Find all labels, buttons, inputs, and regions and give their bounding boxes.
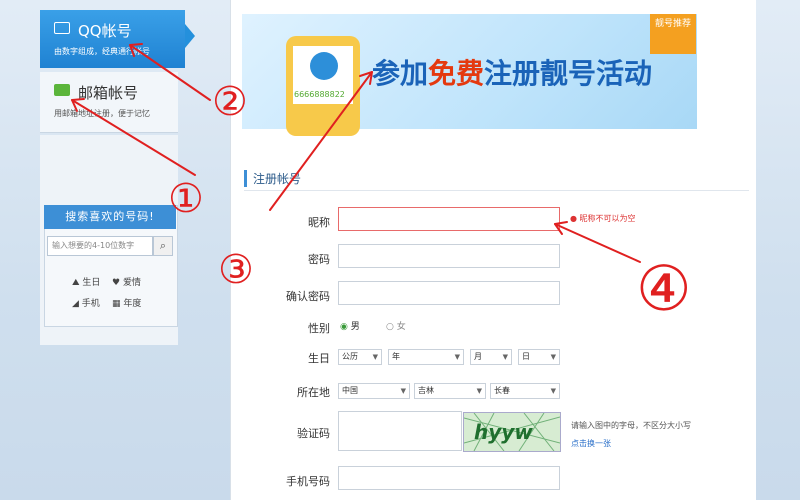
option-birthday[interactable]: ⛰ 生日 xyxy=(72,275,100,288)
confirm-password-input[interactable] xyxy=(338,281,560,305)
search-button[interactable]: ⌕ xyxy=(153,236,173,256)
confirm-password-label: 确认密码 xyxy=(286,290,330,303)
birthday-label: 生日 xyxy=(308,352,330,365)
banner-corner-badge: 靓号推荐 xyxy=(650,14,696,54)
captcha-refresh-link[interactable]: 点击换一张 xyxy=(571,438,611,449)
tab-qq-title: QQ帐号 xyxy=(78,22,132,40)
tab-mail-title: 邮箱帐号 xyxy=(78,84,139,102)
search-icon: ⌕ xyxy=(159,239,167,252)
captcha-input[interactable] xyxy=(338,411,462,451)
captcha-label: 验证码 xyxy=(297,427,330,440)
section-divider xyxy=(244,190,749,191)
section-title: 注册帐号 xyxy=(244,170,301,187)
password-input[interactable] xyxy=(338,244,560,268)
phone-input[interactable] xyxy=(338,466,560,490)
option-love[interactable]: ♥ 爱情 xyxy=(112,275,141,288)
year-select[interactable]: 年 ▼ xyxy=(388,349,464,365)
number-search-heading: 搜索喜欢的号码! xyxy=(44,205,176,229)
captcha-hint: 请输入图中的字母，不区分大小写 xyxy=(571,421,691,430)
nickname-label: 昵称 xyxy=(308,216,330,229)
day-select[interactable]: 日 ▼ xyxy=(518,349,560,365)
phone-label: 手机号码 xyxy=(286,475,330,488)
option-year[interactable]: ▦ 年度 xyxy=(112,296,141,309)
error-icon: ● xyxy=(570,214,577,223)
option-phone[interactable]: ◢ 手机 xyxy=(72,296,100,309)
captcha-image[interactable]: hyyw xyxy=(463,412,561,452)
gender-label: 性别 xyxy=(308,322,330,335)
city-select[interactable]: 长春 ▼ xyxy=(490,383,560,399)
location-label: 所在地 xyxy=(297,386,330,399)
password-label: 密码 xyxy=(308,253,330,266)
nickname-input[interactable] xyxy=(338,207,560,231)
tab-mail-subtitle: 用邮箱地址注册，便于记忆 xyxy=(54,109,150,118)
gender-male-radio[interactable]: ◉ 男 xyxy=(340,319,360,332)
tab-qq-account[interactable]: QQ帐号 由数字组成，经典通行帐号 xyxy=(40,10,195,68)
qq-id-icon xyxy=(54,22,70,34)
banner-phone-number: 6666888822 xyxy=(294,90,345,99)
nickname-error: ● 昵称不可以为空 xyxy=(570,214,636,223)
banner-headline: 参加免费注册靓号活动 xyxy=(372,57,653,90)
penguin-icon xyxy=(310,52,338,80)
gender-female-radio[interactable]: ○ 女 xyxy=(386,319,406,332)
month-select[interactable]: 月 ▼ xyxy=(470,349,512,365)
number-search-input[interactable]: 输入想要的4-10位数字 xyxy=(47,236,153,256)
tab-qq-subtitle: 由数字组成，经典通行帐号 xyxy=(54,47,150,56)
country-select[interactable]: 中国 ▼ xyxy=(338,383,410,399)
province-select[interactable]: 吉林 ▼ xyxy=(414,383,486,399)
tab-email-account[interactable]: 邮箱帐号 用邮箱地址注册，便于记忆 xyxy=(40,72,178,133)
mail-icon xyxy=(54,84,70,96)
captcha-text: hyyw xyxy=(474,420,533,444)
calendar-select[interactable]: 公历 ▼ xyxy=(338,349,382,365)
